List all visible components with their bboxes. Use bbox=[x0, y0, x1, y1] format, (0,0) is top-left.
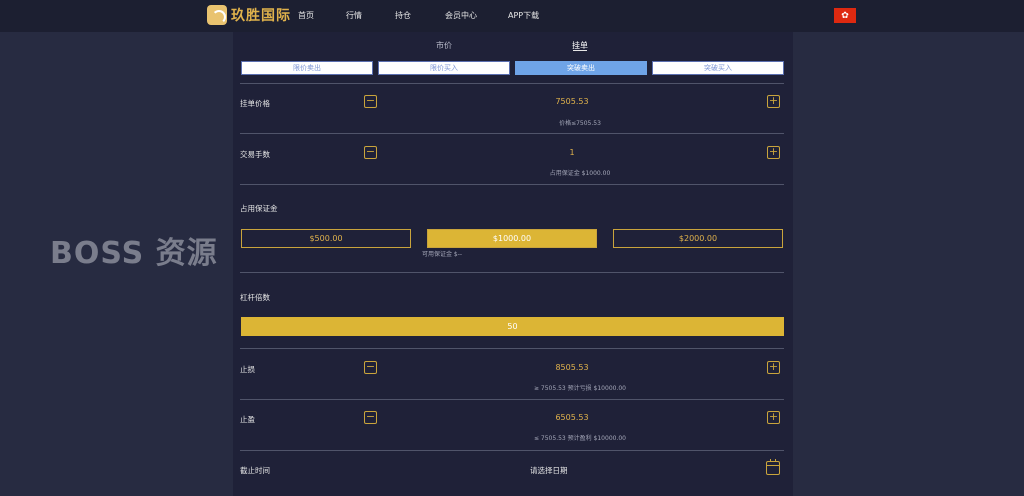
tab-market-order[interactable]: 市价 bbox=[436, 40, 452, 51]
leverage-selector[interactable]: 50 bbox=[241, 317, 784, 336]
pending-price-label: 挂单价格 bbox=[240, 99, 270, 108]
brand-name: 玖胜国际 bbox=[231, 8, 291, 24]
take-profit-label: 止盈 bbox=[240, 415, 255, 424]
nav-home[interactable]: 首页 bbox=[298, 10, 314, 21]
order-type-limit-buy[interactable]: 限价买入 bbox=[378, 61, 510, 75]
stop-loss-label: 止损 bbox=[240, 365, 255, 374]
pending-price-value[interactable]: 7505.53 bbox=[472, 97, 672, 106]
divider bbox=[240, 348, 784, 349]
pending-price-hint: 价格≤7505.53 bbox=[559, 120, 601, 127]
plus-icon[interactable]: + bbox=[767, 411, 780, 424]
active-tab-indicator bbox=[573, 50, 587, 51]
watermark-text: BOSS 资源 bbox=[50, 236, 218, 271]
margin-option-1000[interactable]: $1000.00 bbox=[427, 229, 597, 248]
stop-loss-hint: ≥ 7505.53 预计亏损 $10000.00 bbox=[533, 385, 626, 392]
stop-loss-value[interactable]: 8505.53 bbox=[472, 363, 672, 372]
plus-icon[interactable]: + bbox=[767, 95, 780, 108]
calendar-icon[interactable] bbox=[766, 459, 780, 475]
nav-positions[interactable]: 持仓 bbox=[395, 10, 411, 21]
nav-market[interactable]: 行情 bbox=[346, 10, 362, 21]
margin-label: 占用保证金 bbox=[240, 204, 278, 213]
brand-logo-icon bbox=[207, 5, 227, 25]
trade-qty-hint: 占用保证金 $1000.00 bbox=[549, 170, 611, 177]
order-type-limit-sell[interactable]: 限价卖出 bbox=[241, 61, 373, 75]
divider bbox=[240, 399, 784, 400]
expiry-label: 截止时间 bbox=[240, 466, 270, 475]
take-profit-value[interactable]: 6505.53 bbox=[472, 413, 672, 422]
plus-icon[interactable]: + bbox=[767, 361, 780, 374]
leverage-label: 杠杆倍数 bbox=[240, 293, 270, 302]
order-type-breakout-sell[interactable]: 突破卖出 bbox=[515, 61, 647, 75]
available-margin-hint: 可用保证金 $-- bbox=[422, 251, 463, 258]
trade-qty-label: 交易手数 bbox=[240, 150, 270, 159]
order-type-breakout-buy[interactable]: 突破买入 bbox=[652, 61, 784, 75]
plus-icon[interactable]: + bbox=[767, 146, 780, 159]
minus-icon[interactable]: − bbox=[364, 95, 377, 108]
margin-option-500[interactable]: $500.00 bbox=[241, 229, 411, 248]
minus-icon[interactable]: − bbox=[364, 411, 377, 424]
divider bbox=[240, 133, 784, 134]
brand-logo[interactable]: 玖胜国际 bbox=[207, 5, 291, 25]
top-navigation-bar: 玖胜国际 首页 行情 持仓 会员中心 APP下载 ✿ bbox=[0, 0, 1024, 32]
expiry-date-picker[interactable]: 请选择日期 bbox=[530, 465, 568, 476]
divider bbox=[240, 83, 784, 84]
nav-app-download[interactable]: APP下载 bbox=[508, 10, 539, 21]
divider bbox=[240, 272, 784, 273]
take-profit-hint: ≤ 7505.53 预计盈利 $10000.00 bbox=[533, 435, 626, 442]
minus-icon[interactable]: − bbox=[364, 146, 377, 159]
margin-option-2000[interactable]: $2000.00 bbox=[613, 229, 783, 248]
nav-member-center[interactable]: 会员中心 bbox=[445, 10, 477, 21]
minus-icon[interactable]: − bbox=[364, 361, 377, 374]
divider bbox=[240, 184, 784, 185]
hong-kong-flag-icon[interactable]: ✿ bbox=[834, 8, 856, 23]
trade-qty-value[interactable]: 1 bbox=[472, 148, 672, 157]
divider bbox=[240, 450, 784, 451]
